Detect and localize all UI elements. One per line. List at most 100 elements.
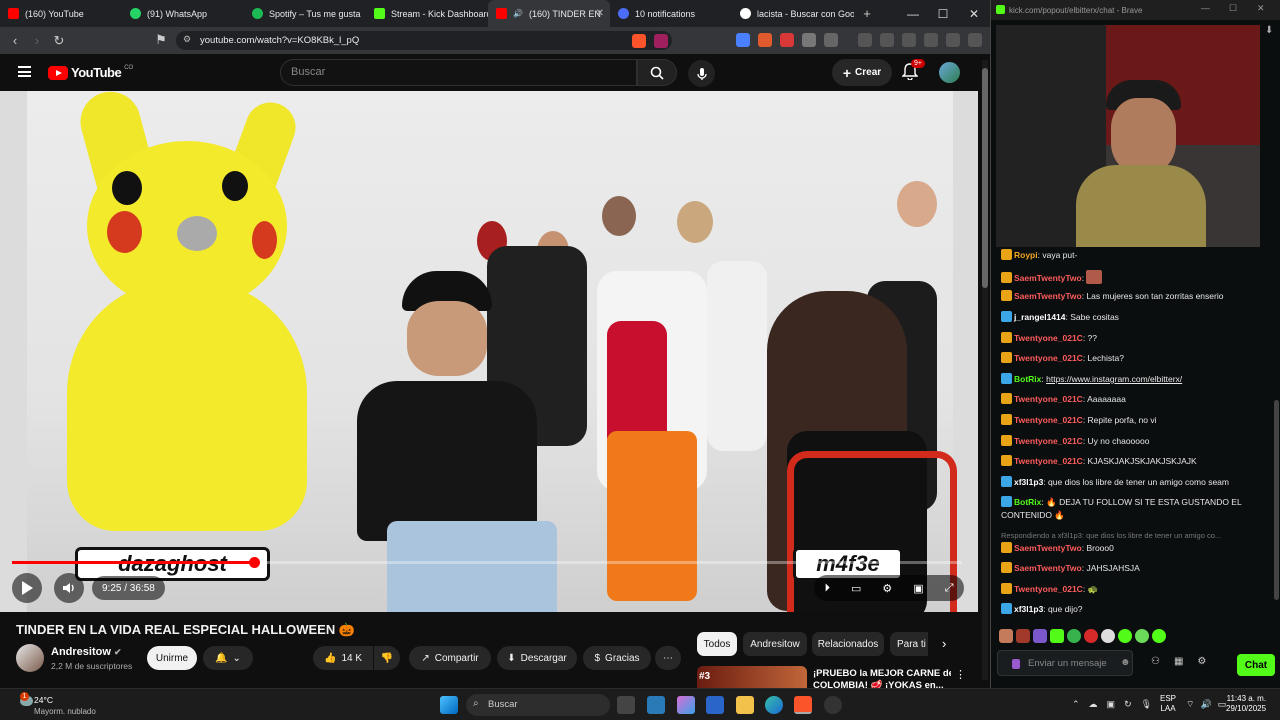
store-icon[interactable]: ▦: [1174, 656, 1183, 667]
youtube-logo[interactable]: YouTube CO: [48, 65, 133, 80]
subtitles-icon[interactable]: ▭: [851, 582, 861, 595]
new-tab-icon[interactable]: +: [856, 3, 878, 25]
tab-whatsapp[interactable]: (91) WhatsApp: [122, 0, 244, 27]
dislike-button[interactable]: 👎: [374, 646, 400, 670]
volume-button[interactable]: [54, 573, 84, 603]
chip-all[interactable]: Todos: [697, 632, 737, 656]
user-color-icon[interactable]: [1012, 659, 1020, 669]
cloud-icon[interactable]: ☁: [1089, 699, 1098, 710]
tab-notifications[interactable]: 10 notifications: [610, 0, 732, 27]
brave-icon[interactable]: [794, 696, 812, 714]
microphone-icon[interactable]: 🎙: [1141, 699, 1152, 710]
screenshot-icon[interactable]: [824, 33, 838, 47]
refresh-tray-icon[interactable]: ↻: [1124, 699, 1132, 710]
page-scrollbar[interactable]: [982, 60, 988, 680]
bookmark-icon[interactable]: ⚑: [150, 29, 172, 51]
channel-name[interactable]: Andresitow ✔: [51, 646, 122, 658]
emote-icon[interactable]: [1033, 629, 1047, 643]
tab-youtube[interactable]: (160) YouTube: [0, 0, 122, 27]
close-window-icon[interactable]: ✕: [1257, 3, 1265, 14]
autoplay-toggle-icon[interactable]: ⏵: [825, 582, 831, 595]
windows-start-icon[interactable]: [440, 696, 458, 714]
hamburger-menu-icon[interactable]: [18, 66, 31, 77]
reload-icon[interactable]: ↻: [48, 30, 70, 52]
settings-gear-icon[interactable]: ⚙: [882, 582, 892, 595]
emote-icon[interactable]: [1084, 629, 1098, 643]
chat-text[interactable]: https://www.instagram.com/elbitterx/: [1046, 374, 1182, 384]
more-actions-button[interactable]: ⋯: [655, 646, 681, 670]
notifications-button[interactable]: 9+: [901, 59, 925, 83]
tab-spotify[interactable]: Spotify – Tus me gusta: [244, 0, 366, 27]
network-volume-icons[interactable]: ⌔ 🔊 ▭: [1186, 699, 1226, 710]
maximize-icon[interactable]: ☐: [1229, 3, 1237, 14]
clock[interactable]: 11:43 a. m. 29/10/2025: [1226, 694, 1266, 714]
emote-icon[interactable]: [1016, 629, 1030, 643]
chat-username[interactable]: SaemTwentyTwo: [1014, 563, 1082, 573]
extension-icon[interactable]: [758, 33, 772, 47]
taskbar-search[interactable]: ⌕ Buscar: [466, 694, 610, 716]
file-explorer-icon[interactable]: [736, 696, 754, 714]
tray-chevron-icon[interactable]: ⌃: [1072, 699, 1080, 710]
download-icon[interactable]: ⬇: [1265, 25, 1273, 36]
rec-more-icon[interactable]: ⋮: [955, 668, 966, 681]
chat-username[interactable]: xf3l1p3: [1014, 604, 1043, 614]
chat-username[interactable]: Twentyone_021C: [1014, 353, 1083, 363]
minimize-icon[interactable]: —: [1201, 3, 1210, 13]
chip-channel[interactable]: Andresitow: [743, 632, 807, 656]
chat-username[interactable]: j_rangel1414: [1014, 312, 1066, 322]
chat-tray-icon[interactable]: ▣: [1107, 699, 1116, 710]
sidebar-icon[interactable]: [902, 33, 916, 47]
emote-icon[interactable]: [999, 629, 1013, 643]
brave-shield-icon[interactable]: [632, 34, 646, 48]
translate-icon[interactable]: [736, 33, 750, 47]
avatar[interactable]: [939, 62, 960, 83]
chat-username[interactable]: BotRix: [1014, 497, 1041, 507]
chat-username[interactable]: Twentyone_021C: [1014, 456, 1083, 466]
chat-message-input[interactable]: Enviar un mensaje ☻: [997, 650, 1133, 676]
chip-for-you[interactable]: Para ti: [890, 632, 928, 656]
emote-icon[interactable]: [1050, 629, 1064, 643]
emote-icon[interactable]: [1135, 629, 1149, 643]
copilot-icon[interactable]: [677, 696, 695, 714]
task-view-icon[interactable]: [617, 696, 635, 714]
emote-icon[interactable]: [1118, 629, 1132, 643]
chat-username[interactable]: BotRix: [1014, 374, 1041, 384]
subscribe-bell-button[interactable]: 🔔 ⌄: [203, 646, 253, 670]
video-progress-bar[interactable]: [12, 557, 962, 568]
wallet-icon[interactable]: [924, 33, 938, 47]
chat-username[interactable]: Roypi: [1014, 250, 1038, 260]
emote-icon[interactable]: [1152, 629, 1166, 643]
chat-username[interactable]: Twentyone_021C: [1014, 584, 1083, 594]
recommended-title[interactable]: ¡PRUEBO la MEJOR CARNE de COLOMBIA! 🥩 ¡Y…: [813, 668, 951, 688]
vpn-icon[interactable]: [968, 33, 982, 47]
extension-icon[interactable]: [780, 33, 794, 47]
chat-username[interactable]: xf3l1p3: [1014, 477, 1043, 487]
video-player[interactable]: dazaghost m4f3e 9:25 / 36:58 ⏵ ▭ ⚙ ▣ ⤢: [0, 91, 978, 612]
chat-send-button[interactable]: Chat: [1237, 654, 1275, 676]
obs-icon[interactable]: [824, 696, 842, 714]
tab-tinder-video[interactable]: 🔊 (160) TINDER EN ✕: [488, 0, 610, 27]
language-indicator[interactable]: ESP LAA: [1160, 694, 1176, 714]
url-field[interactable]: ⚙ youtube.com/watch?v=KO8KBk_l_pQ: [176, 31, 672, 50]
chips-next-icon[interactable]: ›: [942, 636, 946, 651]
weather-widget[interactable]: 1 24°C Mayorm. nublado: [20, 692, 110, 718]
tab-google-search[interactable]: lacista - Buscar con Goo: [732, 0, 854, 27]
snipping-tool-icon[interactable]: [647, 696, 665, 714]
fullscreen-icon[interactable]: ⤢: [945, 582, 954, 595]
minimize-icon[interactable]: —: [898, 0, 928, 27]
settings-gear-icon[interactable]: ⚙: [1197, 656, 1206, 667]
media-icon[interactable]: [880, 33, 894, 47]
tab-kick-dashboard[interactable]: Stream - Kick Dashboard: [366, 0, 488, 27]
edge-icon[interactable]: [765, 696, 783, 714]
voice-search-button[interactable]: [688, 60, 715, 87]
miniplayer-icon[interactable]: ▣: [913, 582, 923, 595]
recommended-thumbnail[interactable]: #3: [697, 666, 807, 688]
chat-username[interactable]: SaemTwentyTwo: [1014, 543, 1082, 553]
share-button[interactable]: ↗ Compartir: [409, 646, 491, 670]
back-icon[interactable]: ‹: [4, 30, 26, 52]
site-info-icon[interactable]: ⚙: [183, 34, 191, 45]
brave-rewards-icon[interactable]: [654, 34, 668, 48]
join-button[interactable]: Unirme: [147, 646, 197, 670]
thanks-button[interactable]: $ Gracias: [583, 646, 651, 670]
channel-avatar[interactable]: [16, 644, 44, 672]
